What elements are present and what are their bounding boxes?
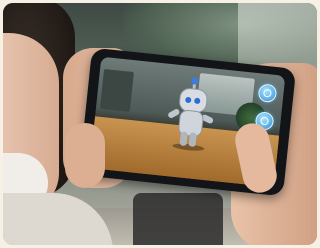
ar-control-icon <box>263 88 272 98</box>
background-chair <box>133 193 223 245</box>
photo-frame <box>3 3 317 245</box>
robot-eye <box>193 97 201 105</box>
room-shelf <box>99 68 134 112</box>
robot-eye <box>185 96 192 104</box>
person-shoulder <box>3 193 113 245</box>
ar-control-icon <box>260 116 269 126</box>
robot-antenna-tip <box>190 77 199 85</box>
ar-control-button[interactable] <box>257 83 278 104</box>
left-fingers <box>65 123 105 188</box>
